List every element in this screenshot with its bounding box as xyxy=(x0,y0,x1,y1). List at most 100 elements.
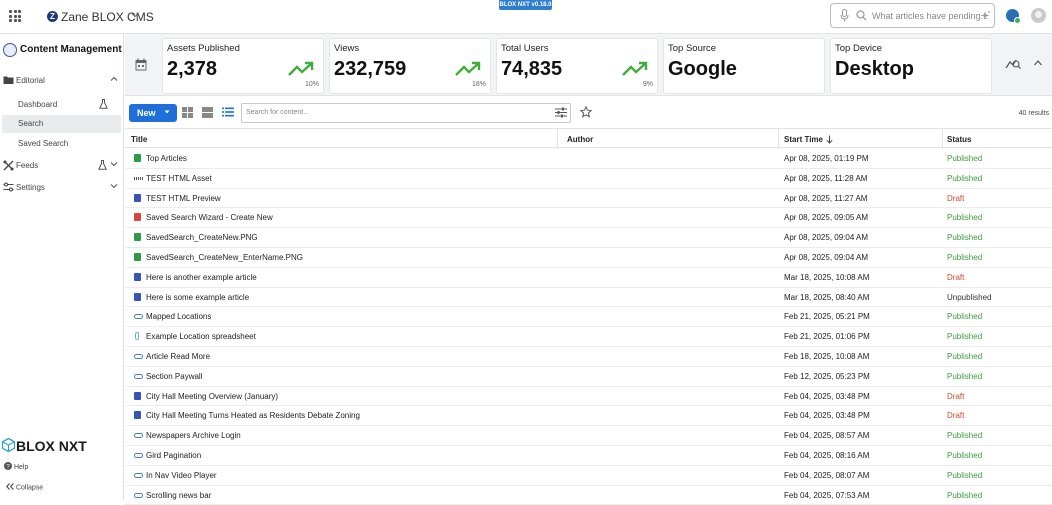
calendar-icon[interactable] xyxy=(135,58,147,71)
gallery-icon xyxy=(134,213,141,222)
caret-down-icon xyxy=(164,110,170,114)
grid-view-icon[interactable] xyxy=(182,107,193,118)
table-row[interactable]: SavedSearch_CreateNew.PNG Apr 08, 2025, 0… xyxy=(125,228,1052,248)
ai-search-input[interactable]: What articles have pending... xyxy=(830,3,995,28)
star-icon[interactable] xyxy=(580,106,592,118)
collapse-label: Collapse xyxy=(15,484,44,492)
sidebar-item-search[interactable]: Search xyxy=(2,115,121,133)
card-view-icon[interactable] xyxy=(202,107,213,118)
row-title[interactable]: TEST HTML Preview xyxy=(146,194,221,203)
stat-value: 74,835 xyxy=(501,58,563,80)
sidebar-item-label: Settings xyxy=(16,183,45,192)
table-row[interactable]: Newspapers Archive Login Feb 04, 2025, 08… xyxy=(125,426,1052,446)
help-icon: ? xyxy=(4,462,12,470)
column-status[interactable]: Status xyxy=(947,135,971,144)
stat-label: Top Source xyxy=(668,43,717,54)
table-row[interactable]: Mapped Locations Feb 21, 2025, 05:21 PM Pu… xyxy=(125,307,1052,328)
sidebar-item-label: Saved Search xyxy=(18,139,69,148)
row-title[interactable]: Gird Pagination xyxy=(146,451,201,460)
row-title[interactable]: Top Articles xyxy=(146,154,187,163)
new-button[interactable]: New xyxy=(129,104,177,122)
column-author[interactable]: Author xyxy=(567,135,593,144)
table-row[interactable]: In Nav Video Player Feb 04, 2025, 08:07 A… xyxy=(125,466,1052,486)
content-search-placeholder: Search for content... xyxy=(246,109,310,116)
stat-label: Views xyxy=(334,43,360,54)
microphone-icon[interactable] xyxy=(840,9,849,22)
sort-descending-icon[interactable] xyxy=(826,135,833,144)
table-row[interactable]: Section Paywall Feb 12, 2025, 05:23 PM Pub… xyxy=(125,367,1052,387)
table-row[interactable]: City Hall Meeting Overview (January) Feb … xyxy=(125,387,1052,407)
row-title[interactable]: City Hall Meeting Turns Heated as Reside… xyxy=(146,411,360,420)
table-row[interactable]: SavedSearch_CreateNew_EnterName.PNG Apr 0… xyxy=(125,248,1052,268)
row-title[interactable]: SavedSearch_CreateNew.PNG xyxy=(146,233,258,242)
chevron-down-icon[interactable] xyxy=(110,160,118,168)
row-title[interactable]: Example Location spreadsheet xyxy=(146,332,256,341)
content-search-input[interactable]: Search for content... xyxy=(241,103,571,123)
row-title[interactable]: Mapped Locations xyxy=(146,312,211,321)
chevron-up-icon[interactable] xyxy=(1033,59,1043,67)
row-title[interactable]: SavedSearch_CreateNew_EnterName.PNG xyxy=(146,253,303,262)
row-title[interactable]: Section Paywall xyxy=(146,372,202,381)
settings-icon xyxy=(3,182,14,192)
stat-percent: 10% xyxy=(304,81,319,88)
collapse-button[interactable]: Collapse xyxy=(6,483,43,492)
table-row[interactable]: Article Read More Feb 18, 2025, 10:08 AM P… xyxy=(125,347,1052,367)
column-start-time[interactable]: Start Time xyxy=(784,135,823,144)
table-row[interactable]: Scrolling news bar Feb 04, 2025, 07:53 AM… xyxy=(125,486,1052,505)
apps-grid-icon[interactable] xyxy=(9,10,21,22)
row-title[interactable]: Newspapers Archive Login xyxy=(146,431,241,440)
row-title[interactable]: Here is some example article xyxy=(146,293,249,302)
column-divider xyxy=(942,129,943,149)
list-view-icon[interactable] xyxy=(222,107,234,117)
new-button-label: New xyxy=(137,108,156,118)
filter-icon[interactable] xyxy=(555,107,567,118)
flask-icon xyxy=(99,99,108,109)
row-start-time: Feb 04, 2025, 08:57 AM xyxy=(784,431,870,441)
sidebar-item-settings[interactable]: Settings xyxy=(0,179,124,197)
link-icon xyxy=(134,472,143,478)
row-title[interactable]: Article Read More xyxy=(146,352,210,361)
table-row[interactable]: Gird Pagination Feb 04, 2025, 08:16 AM Pub… xyxy=(125,446,1052,466)
sidebar-item-editorial[interactable]: Editorial xyxy=(0,72,124,90)
table-row[interactable]: TEST HTML Preview Apr 08, 2025, 11:27 AM D… xyxy=(125,189,1052,209)
row-title[interactable]: Here is another example article xyxy=(146,273,257,282)
table-row[interactable]: Here is another example article Mar 18, 2… xyxy=(125,268,1052,288)
site-logo: Z xyxy=(47,11,58,22)
table-row[interactable]: Here is some example article Mar 18, 2025… xyxy=(125,288,1052,308)
link-icon xyxy=(134,492,143,498)
column-title[interactable]: Title xyxy=(131,135,147,144)
chevron-down-icon[interactable] xyxy=(130,10,140,20)
analytics-icon[interactable] xyxy=(1005,56,1021,70)
stat-percent: 18% xyxy=(471,81,486,88)
table-row[interactable]: Top Articles Apr 08, 2025, 01:19 PM Publis… xyxy=(125,149,1052,169)
row-start-time: Feb 18, 2025, 10:08 AM xyxy=(784,351,870,361)
table-row[interactable]: TEST HTML Asset Apr 08, 2025, 11:28 AM Pub… xyxy=(125,169,1052,189)
row-title[interactable]: Scrolling news bar xyxy=(146,491,211,500)
row-title[interactable]: Saved Search Wizard - Create New xyxy=(146,213,273,222)
chevron-up-icon[interactable] xyxy=(110,75,118,83)
trend-up-icon xyxy=(455,61,481,76)
user-avatar-icon[interactable] xyxy=(1031,8,1046,23)
chevron-down-icon[interactable] xyxy=(110,182,118,190)
notification-icon[interactable] xyxy=(1006,9,1021,24)
row-status: Published xyxy=(947,233,983,243)
row-status: Draft xyxy=(947,411,965,421)
stat-label: Top Device xyxy=(835,43,882,54)
row-title[interactable]: City Hall Meeting Overview (January) xyxy=(146,392,278,401)
table-row[interactable]: City Hall Meeting Turns Heated as Reside… xyxy=(125,406,1052,427)
row-start-time: Feb 04, 2025, 03:48 PM xyxy=(784,411,870,421)
row-status: Published xyxy=(947,312,983,322)
row-title[interactable]: In Nav Video Player xyxy=(146,471,217,480)
sidebar-item-dashboard[interactable]: Dashboard xyxy=(0,96,124,114)
sidebar-item-feeds[interactable]: Feeds xyxy=(0,157,124,175)
help-link[interactable]: ? Help xyxy=(4,462,28,471)
sidebar-item-saved-search[interactable]: Saved Search xyxy=(0,135,124,153)
table-row[interactable]: Saved Search Wizard - Create New Apr 08, … xyxy=(125,208,1052,229)
table-body: Top Articles Apr 08, 2025, 01:19 PM Publis… xyxy=(125,149,1052,505)
row-title[interactable]: TEST HTML Asset xyxy=(146,174,212,183)
row-status: Published xyxy=(947,371,983,381)
table-row[interactable]: Example Location spreadsheet Feb 21, 2025… xyxy=(125,327,1052,347)
sidebar-item-label: Editorial xyxy=(16,76,45,85)
link-icon xyxy=(134,433,143,439)
sparkle-icon[interactable] xyxy=(980,10,991,21)
